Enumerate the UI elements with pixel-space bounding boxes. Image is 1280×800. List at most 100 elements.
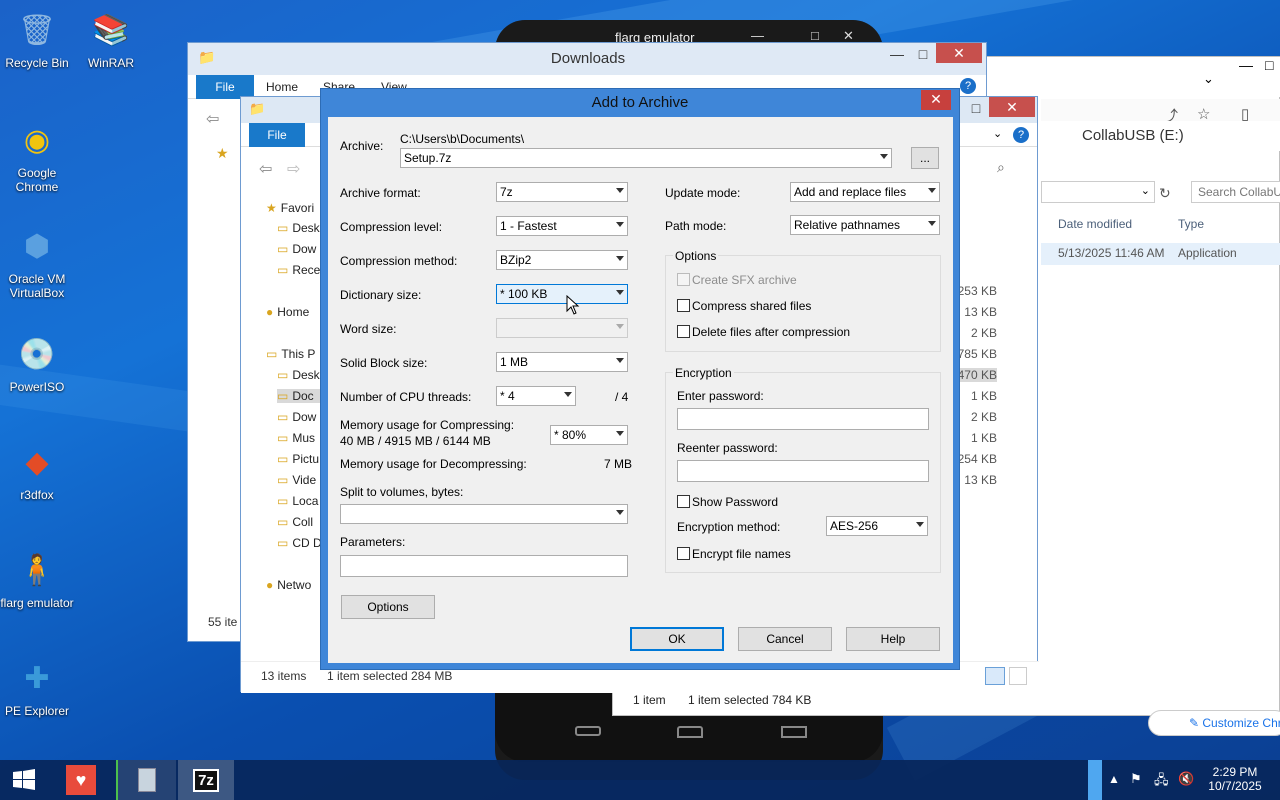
browse-button[interactable]: ... xyxy=(911,147,939,169)
delete-after-checkbox[interactable] xyxy=(677,325,690,338)
start-button[interactable] xyxy=(0,760,48,800)
folder-icon: ▭ xyxy=(277,515,289,529)
documents-status-items: 13 items xyxy=(261,669,307,683)
customize-chrome-button[interactable]: ✎ Customize Chro xyxy=(1148,710,1280,736)
parameters-input[interactable] xyxy=(340,555,628,577)
chevron-down-icon[interactable]: ⌄ xyxy=(1203,71,1214,87)
desktop-icon[interactable]: ◆ r3dfox xyxy=(0,438,74,503)
options-group-title: Options xyxy=(673,249,719,263)
dictionary-size-combo[interactable]: * 100 KB xyxy=(496,284,628,304)
network-icon[interactable]: 🖧 xyxy=(1154,771,1169,793)
folder-icon: ▭ xyxy=(277,389,289,403)
desktop-icon[interactable]: 🧍 flarg emulator xyxy=(0,546,74,611)
large-icons-view-icon[interactable] xyxy=(1009,667,1027,685)
maximize-icon[interactable]: □ xyxy=(1265,57,1273,73)
pe-explorer-icon: ✚ xyxy=(24,661,50,695)
folder-icon: ★ xyxy=(266,201,277,215)
help-icon[interactable]: ? xyxy=(960,78,976,94)
flag-icon[interactable]: ⚑ xyxy=(1130,771,1142,787)
desktop-icon[interactable]: ⬢ Oracle VM VirtualBox xyxy=(0,222,74,301)
path-mode-label: Path mode: xyxy=(665,219,727,233)
android-home-icon[interactable] xyxy=(677,726,703,738)
update-mode-combo[interactable]: Add and replace files xyxy=(790,182,940,202)
delete-after-label[interactable]: Delete files after compression xyxy=(692,325,850,339)
cancel-button[interactable]: Cancel xyxy=(738,627,832,651)
emulator-maximize-button[interactable]: □ xyxy=(811,28,819,43)
ok-button[interactable]: OK xyxy=(630,627,724,651)
documents-maximize-button[interactable]: □ xyxy=(961,97,991,119)
taskbar-7zip-icon[interactable]: 7z xyxy=(178,760,234,800)
android-recents-icon[interactable] xyxy=(781,726,807,738)
scroll-indicator[interactable] xyxy=(1088,760,1102,800)
taskbar-file-explorer-icon[interactable] xyxy=(116,760,176,800)
downloads-close-button[interactable]: ✕ xyxy=(936,43,982,63)
solid-block-combo[interactable]: 1 MB xyxy=(496,352,628,372)
collab-status-selected: 1 item selected 784 KB xyxy=(688,693,812,707)
mouse-cursor-icon xyxy=(566,295,580,315)
desktop-icon[interactable]: 💿 PowerISO xyxy=(0,330,74,395)
mem-compress-label: Memory usage for Compressing: xyxy=(340,418,515,432)
desktop-icon[interactable]: 📚 WinRAR xyxy=(74,6,148,71)
minimize-icon[interactable]: — xyxy=(1239,57,1253,73)
android-back-icon[interactable] xyxy=(575,726,601,736)
address-bar[interactable]: ⌄ xyxy=(1041,181,1155,203)
show-password-checkbox[interactable] xyxy=(677,495,690,508)
clock[interactable]: 2:29 PM 10/7/2025 xyxy=(1200,765,1270,793)
split-volumes-combo[interactable] xyxy=(340,504,628,524)
forward-arrow-icon[interactable]: ⇨ xyxy=(287,159,300,179)
compress-shared-label[interactable]: Compress shared files xyxy=(692,299,811,313)
emulator-minimize-button[interactable]: — xyxy=(751,28,764,43)
documents-close-button[interactable]: ✕ xyxy=(989,97,1035,117)
compression-method-combo[interactable]: BZip2 xyxy=(496,250,628,270)
desktop-icon-label: r3dfox xyxy=(20,488,54,502)
tab-file[interactable]: File xyxy=(249,123,305,147)
compress-shared-checkbox[interactable] xyxy=(677,299,690,312)
downloads-maximize-button[interactable]: □ xyxy=(908,43,938,65)
encrypt-names-checkbox[interactable] xyxy=(677,547,690,560)
collabusb-title: CollabUSB (E:) xyxy=(1082,127,1184,144)
search-icon[interactable]: ⌕ xyxy=(997,159,1005,176)
mem-percent-combo[interactable]: * 80% xyxy=(550,425,628,445)
help-icon[interactable]: ? xyxy=(1013,127,1029,143)
col-date-modified[interactable]: Date modified xyxy=(1058,217,1132,231)
refresh-icon[interactable]: ↻ xyxy=(1159,185,1171,202)
encrypt-names-label[interactable]: Encrypt file names xyxy=(692,547,791,561)
details-view-icon[interactable] xyxy=(985,667,1005,685)
path-mode-combo[interactable]: Relative pathnames xyxy=(790,215,940,235)
options-button[interactable]: Options xyxy=(341,595,435,619)
help-button[interactable]: Help xyxy=(846,627,940,651)
volume-muted-icon[interactable]: 🔇 xyxy=(1178,771,1194,787)
desktop-icon[interactable]: 🗑 Recycle Bin xyxy=(0,6,74,71)
back-arrow-icon[interactable]: ⇦ xyxy=(206,109,219,129)
desktop-icon[interactable]: ✚ PE Explorer xyxy=(0,654,74,719)
archive-format-label: Archive format: xyxy=(340,186,421,200)
show-password-label[interactable]: Show Password xyxy=(692,495,778,509)
chevron-down-icon[interactable]: ⌄ xyxy=(993,127,1002,140)
nav-item-network[interactable]: ● Netwo xyxy=(266,578,316,592)
col-type[interactable]: Type xyxy=(1178,217,1204,231)
tab-home[interactable]: Home xyxy=(266,80,298,94)
desktop-icon[interactable]: ◉ Google Chrome xyxy=(0,116,74,195)
nav-item-thispc[interactable]: ▭ This P xyxy=(266,347,316,361)
nav-item-favorites[interactable]: ★ Favori xyxy=(266,201,316,215)
add-to-archive-dialog[interactable]: Add to Archive ✕ Archive: C:\Users\b\Doc… xyxy=(320,88,960,670)
table-row[interactable]: 5/13/2025 11:46 AM Application xyxy=(1041,243,1280,265)
show-hidden-icons-icon[interactable]: ▲ xyxy=(1108,772,1120,786)
nav-item-homegroup[interactable]: ● Home xyxy=(266,305,316,319)
parameters-label: Parameters: xyxy=(340,535,406,549)
back-arrow-icon[interactable]: ⇦ xyxy=(259,159,272,179)
create-sfx-label: Create SFX archive xyxy=(692,273,797,287)
encryption-method-combo[interactable]: AES-256 xyxy=(826,516,928,536)
reenter-password-input[interactable] xyxy=(677,460,929,482)
dialog-close-button[interactable]: ✕ xyxy=(921,90,951,110)
reenter-password-label: Reenter password: xyxy=(677,441,778,455)
cpu-threads-combo[interactable]: * 4 xyxy=(496,386,576,406)
desktop-icon-label: WinRAR xyxy=(87,56,134,70)
compression-level-combo[interactable]: 1 - Fastest xyxy=(496,216,628,236)
taskbar-health-app-icon[interactable]: ♥ xyxy=(58,760,104,800)
star-icon: ★ xyxy=(216,145,229,161)
enter-password-input[interactable] xyxy=(677,408,929,430)
archive-name-combo[interactable]: Setup.7z xyxy=(400,148,892,168)
collab-search-input[interactable]: Search CollabUS xyxy=(1191,181,1280,203)
archive-format-combo[interactable]: 7z xyxy=(496,182,628,202)
